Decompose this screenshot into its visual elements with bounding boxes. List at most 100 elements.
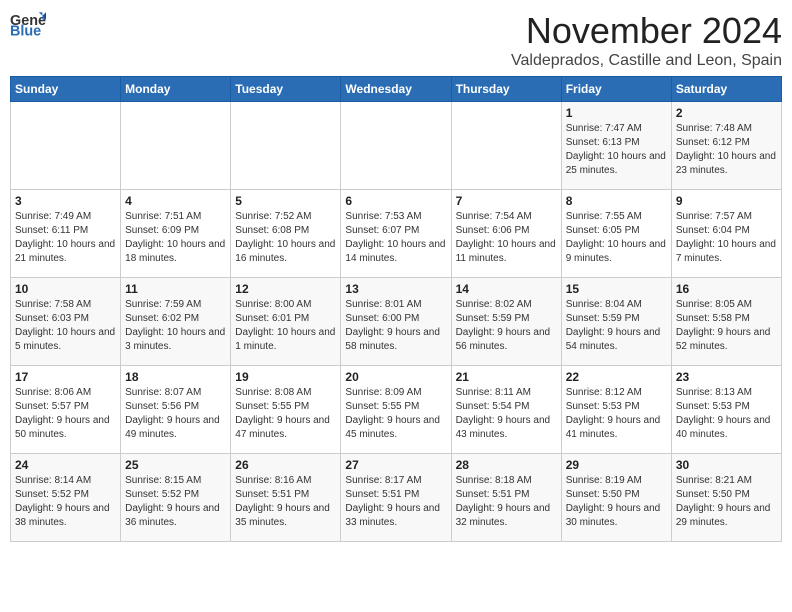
day-number: 13 [345,282,446,296]
day-number: 12 [235,282,336,296]
calendar-cell: 11 Sunrise: 7:59 AM Sunset: 6:02 PM Dayli… [121,278,231,366]
day-number: 24 [15,458,116,472]
day-content: Sunrise: 7:59 AM Sunset: 6:02 PM Dayligh… [125,298,226,354]
day-content: Sunrise: 8:16 AM Sunset: 5:51 PM Dayligh… [235,474,336,530]
day-content: Sunrise: 8:21 AM Sunset: 5:50 PM Dayligh… [676,474,777,530]
calendar-cell: 1 Sunrise: 7:47 AM Sunset: 6:13 PM Daylig… [561,102,671,190]
calendar-cell: 3Sunrise: 7:49 AM Sunset: 6:11 PM Daylig… [11,190,121,278]
logo: General Blue [10,10,46,38]
weekday-header-row: SundayMondayTuesdayWednesdayThursdayFrid… [11,77,782,102]
day-number: 7 [456,194,557,208]
weekday-friday: Friday [561,77,671,102]
calendar-cell [451,102,561,190]
day-content: Sunrise: 8:01 AM Sunset: 6:00 PM Dayligh… [345,298,446,354]
day-number: 2 [676,106,777,120]
day-number: 15 [566,282,667,296]
day-content: Sunrise: 7:52 AM Sunset: 6:08 PM Dayligh… [235,210,336,266]
calendar-cell: 16 Sunrise: 8:05 AM Sunset: 5:58 PM Dayli… [671,278,781,366]
calendar-cell: 6 Sunrise: 7:53 AM Sunset: 6:07 PM Daylig… [341,190,451,278]
day-number: 21 [456,370,557,384]
calendar-cell: 19Sunrise: 8:08 AM Sunset: 5:55 PM Dayli… [231,366,341,454]
day-number: 16 [676,282,777,296]
calendar-cell: 25 Sunrise: 8:15 AM Sunset: 5:52 PM Dayli… [121,454,231,542]
svg-text:Blue: Blue [10,24,41,38]
day-content: Sunrise: 8:04 AM Sunset: 5:59 PM Dayligh… [566,298,667,354]
calendar-cell: 23Sunrise: 8:13 AM Sunset: 5:53 PM Dayli… [671,366,781,454]
page-header: General Blue November 2024 Valdeprados, … [10,10,782,70]
calendar-cell: 5Sunrise: 7:52 AM Sunset: 6:08 PM Daylig… [231,190,341,278]
calendar-cell: 18 Sunrise: 8:07 AM Sunset: 5:56 PM Dayli… [121,366,231,454]
calendar-cell: 20 Sunrise: 8:09 AM Sunset: 5:55 PM Dayli… [341,366,451,454]
day-number: 8 [566,194,667,208]
calendar-cell [11,102,121,190]
day-number: 17 [15,370,116,384]
day-content: Sunrise: 7:53 AM Sunset: 6:07 PM Dayligh… [345,210,446,266]
day-number: 26 [235,458,336,472]
day-content: Sunrise: 8:06 AM Sunset: 5:57 PM Dayligh… [15,386,116,442]
calendar-cell: 10 Sunrise: 7:58 AM Sunset: 6:03 PM Dayli… [11,278,121,366]
day-content: Sunrise: 7:48 AM Sunset: 6:12 PM Dayligh… [676,122,777,178]
calendar-cell [231,102,341,190]
day-content: Sunrise: 7:54 AM Sunset: 6:06 PM Dayligh… [456,210,557,266]
day-content: Sunrise: 7:49 AM Sunset: 6:11 PM Dayligh… [15,210,116,266]
day-content: Sunrise: 7:47 AM Sunset: 6:13 PM Dayligh… [566,122,667,178]
calendar-cell: 28Sunrise: 8:18 AM Sunset: 5:51 PM Dayli… [451,454,561,542]
day-content: Sunrise: 8:15 AM Sunset: 5:52 PM Dayligh… [125,474,226,530]
day-content: Sunrise: 8:00 AM Sunset: 6:01 PM Dayligh… [235,298,336,354]
weekday-thursday: Thursday [451,77,561,102]
day-number: 11 [125,282,226,296]
day-number: 30 [676,458,777,472]
weekday-wednesday: Wednesday [341,77,451,102]
day-content: Sunrise: 8:13 AM Sunset: 5:53 PM Dayligh… [676,386,777,442]
week-row-3: 10 Sunrise: 7:58 AM Sunset: 6:03 PM Dayli… [11,278,782,366]
day-content: Sunrise: 8:09 AM Sunset: 5:55 PM Dayligh… [345,386,446,442]
logo-icon: General Blue [10,10,46,38]
day-number: 10 [15,282,116,296]
calendar-cell: 30 Sunrise: 8:21 AM Sunset: 5:50 PM Dayli… [671,454,781,542]
day-number: 22 [566,370,667,384]
week-row-2: 3Sunrise: 7:49 AM Sunset: 6:11 PM Daylig… [11,190,782,278]
week-row-4: 17 Sunrise: 8:06 AM Sunset: 5:57 PM Dayli… [11,366,782,454]
day-content: Sunrise: 8:19 AM Sunset: 5:50 PM Dayligh… [566,474,667,530]
day-number: 28 [456,458,557,472]
calendar-cell [121,102,231,190]
day-number: 6 [345,194,446,208]
calendar-cell: 21 Sunrise: 8:11 AM Sunset: 5:54 PM Dayli… [451,366,561,454]
day-number: 29 [566,458,667,472]
day-number: 25 [125,458,226,472]
week-row-1: 1 Sunrise: 7:47 AM Sunset: 6:13 PM Daylig… [11,102,782,190]
day-content: Sunrise: 8:07 AM Sunset: 5:56 PM Dayligh… [125,386,226,442]
day-number: 4 [125,194,226,208]
day-content: Sunrise: 8:05 AM Sunset: 5:58 PM Dayligh… [676,298,777,354]
day-content: Sunrise: 8:11 AM Sunset: 5:54 PM Dayligh… [456,386,557,442]
calendar-cell: 7 Sunrise: 7:54 AM Sunset: 6:06 PM Daylig… [451,190,561,278]
day-number: 1 [566,106,667,120]
calendar-cell: 14Sunrise: 8:02 AM Sunset: 5:59 PM Dayli… [451,278,561,366]
calendar-cell: 15 Sunrise: 8:04 AM Sunset: 5:59 PM Dayli… [561,278,671,366]
day-content: Sunrise: 7:55 AM Sunset: 6:05 PM Dayligh… [566,210,667,266]
calendar-cell: 12 Sunrise: 8:00 AM Sunset: 6:01 PM Dayli… [231,278,341,366]
calendar-cell: 17 Sunrise: 8:06 AM Sunset: 5:57 PM Dayli… [11,366,121,454]
location-title: Valdeprados, Castille and Leon, Spain [511,52,782,70]
month-title: November 2024 [511,10,782,52]
calendar-cell: 4 Sunrise: 7:51 AM Sunset: 6:09 PM Daylig… [121,190,231,278]
weekday-sunday: Sunday [11,77,121,102]
day-number: 20 [345,370,446,384]
calendar-cell: 27Sunrise: 8:17 AM Sunset: 5:51 PM Dayli… [341,454,451,542]
calendar-cell: 9Sunrise: 7:57 AM Sunset: 6:04 PM Daylig… [671,190,781,278]
day-content: Sunrise: 7:51 AM Sunset: 6:09 PM Dayligh… [125,210,226,266]
day-content: Sunrise: 7:58 AM Sunset: 6:03 PM Dayligh… [15,298,116,354]
week-row-5: 24 Sunrise: 8:14 AM Sunset: 5:52 PM Dayli… [11,454,782,542]
day-content: Sunrise: 8:02 AM Sunset: 5:59 PM Dayligh… [456,298,557,354]
day-content: Sunrise: 8:14 AM Sunset: 5:52 PM Dayligh… [15,474,116,530]
title-section: November 2024 Valdeprados, Castille and … [511,10,782,70]
calendar-cell: 24 Sunrise: 8:14 AM Sunset: 5:52 PM Dayli… [11,454,121,542]
calendar-cell: 26 Sunrise: 8:16 AM Sunset: 5:51 PM Dayli… [231,454,341,542]
calendar-cell: 13 Sunrise: 8:01 AM Sunset: 6:00 PM Dayli… [341,278,451,366]
day-content: Sunrise: 8:08 AM Sunset: 5:55 PM Dayligh… [235,386,336,442]
calendar-table: SundayMondayTuesdayWednesdayThursdayFrid… [10,76,782,542]
day-content: Sunrise: 8:12 AM Sunset: 5:53 PM Dayligh… [566,386,667,442]
day-number: 18 [125,370,226,384]
day-content: Sunrise: 7:57 AM Sunset: 6:04 PM Dayligh… [676,210,777,266]
calendar-cell: 22 Sunrise: 8:12 AM Sunset: 5:53 PM Dayli… [561,366,671,454]
